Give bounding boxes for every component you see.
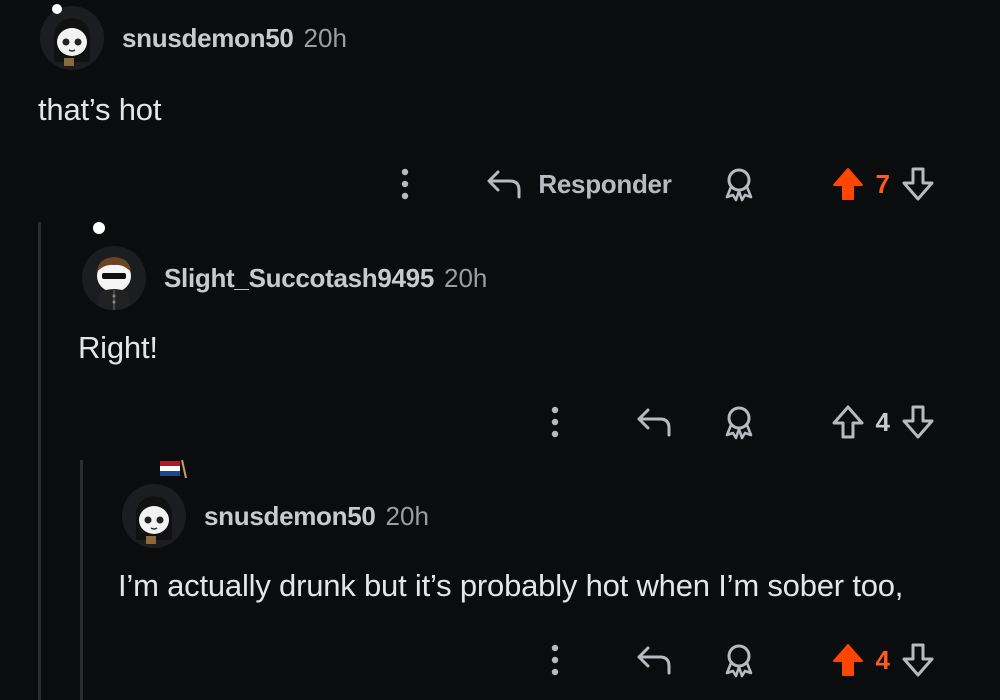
- more-dots-icon: [402, 168, 409, 200]
- avatar-dot: [52, 4, 62, 14]
- comment-text: that’s hot: [38, 92, 162, 127]
- upvote-arrow-icon: [832, 644, 863, 676]
- comment-header: snusdemon50 20h: [40, 6, 347, 70]
- upvote-arrow-icon: [832, 168, 863, 200]
- downvote-button[interactable]: [902, 405, 934, 439]
- avatar[interactable]: [122, 484, 186, 548]
- more-options-button[interactable]: [546, 642, 564, 678]
- flag-icon: [160, 458, 190, 485]
- more-dots-icon: [551, 644, 558, 676]
- timestamp: 20h: [385, 500, 429, 531]
- reply-arrow-icon: [487, 170, 521, 199]
- more-dots-icon: [551, 406, 558, 438]
- upvote-button[interactable]: [832, 167, 864, 201]
- comment-actions: 4: [546, 400, 934, 444]
- award-icon: [725, 406, 752, 440]
- comment-header: snusdemon50 20h: [122, 484, 429, 548]
- reply-button[interactable]: [636, 406, 672, 438]
- award-button[interactable]: [722, 166, 756, 202]
- downvote-button[interactable]: [902, 643, 934, 677]
- comment-actions: Responder 7: [396, 162, 934, 206]
- comment-text: I’m actually drunk but it’s probably hot…: [118, 568, 904, 603]
- avatar[interactable]: [82, 246, 146, 310]
- avatar-dot: [93, 222, 105, 234]
- timestamp: 20h: [303, 22, 347, 53]
- reply-arrow-icon: [637, 408, 671, 437]
- more-options-button[interactable]: [396, 166, 414, 202]
- vote-count: 7: [875, 168, 890, 199]
- downvote-arrow-icon: [902, 405, 934, 439]
- downvote-arrow-icon: [902, 643, 934, 677]
- comment-header: Slight_Succotash9495 20h: [82, 246, 487, 310]
- downvote-arrow-icon: [902, 167, 934, 201]
- comment-text: Right!: [78, 330, 158, 365]
- timestamp: 20h: [444, 262, 488, 293]
- comment-actions: 4: [546, 638, 934, 682]
- thread-line-level-1[interactable]: [38, 222, 41, 700]
- avatar[interactable]: [40, 6, 104, 70]
- award-button[interactable]: [722, 404, 756, 440]
- username[interactable]: snusdemon50: [204, 501, 376, 532]
- vote-count: 4: [875, 406, 890, 437]
- username[interactable]: snusdemon50: [122, 23, 294, 54]
- upvote-button[interactable]: [832, 643, 864, 677]
- award-button[interactable]: [722, 642, 756, 678]
- reply-label: Responder: [538, 168, 672, 199]
- username[interactable]: Slight_Succotash9495: [164, 263, 434, 294]
- thread-line-level-2[interactable]: [80, 460, 83, 700]
- more-options-button[interactable]: [546, 404, 564, 440]
- reply-button[interactable]: [636, 644, 672, 676]
- vote-count: 4: [875, 644, 890, 675]
- upvote-arrow-icon: [832, 405, 864, 439]
- award-icon: [725, 644, 752, 678]
- upvote-button[interactable]: [832, 405, 864, 439]
- award-icon: [725, 168, 752, 202]
- reply-arrow-icon: [637, 646, 671, 675]
- downvote-button[interactable]: [902, 167, 934, 201]
- reply-button[interactable]: Responder: [486, 168, 672, 200]
